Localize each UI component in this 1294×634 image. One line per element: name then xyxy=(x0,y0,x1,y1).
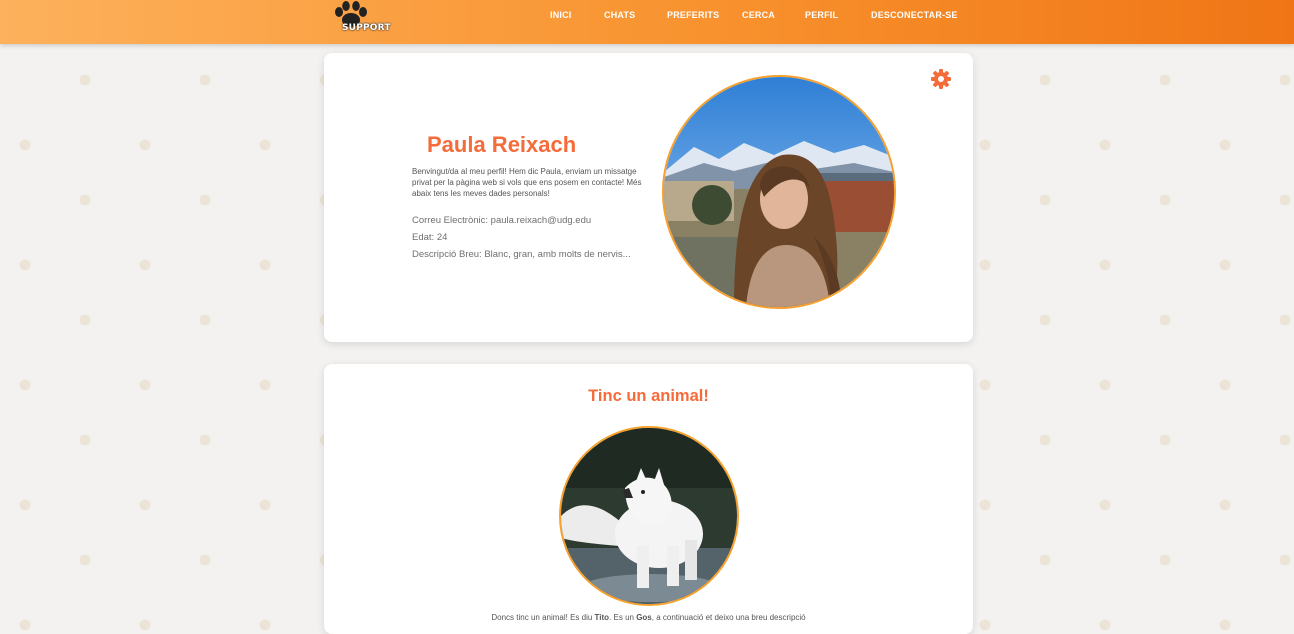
profile-name: Paula Reixach xyxy=(427,132,577,157)
welcome-text: Benvingut/da al meu perfil! Hem dic Paul… xyxy=(412,167,642,198)
nav-link-chats[interactable]: CHATS xyxy=(604,10,635,20)
settings-button[interactable] xyxy=(930,68,952,90)
profile-photo xyxy=(662,75,896,309)
nav-link-desconectar[interactable]: DESCONECTAR-SE xyxy=(871,10,958,20)
pet-photo xyxy=(559,426,739,606)
nav-link-cerca[interactable]: CERCA xyxy=(742,10,775,20)
navbar: SUPPORT INICI CHATS PREFERITS CERCA PERF… xyxy=(0,0,1294,44)
profile-photo-image xyxy=(664,77,894,307)
nav-link-inici[interactable]: INICI xyxy=(550,10,572,20)
email-info: Correu Electrònic: paula.reixach@udg.edu xyxy=(412,215,592,226)
animal-desc-suffix: , a continuació et deixo una breu descri… xyxy=(651,613,806,622)
pet-type: Gos xyxy=(636,613,652,622)
pet-name: Tito xyxy=(594,613,610,622)
profile-card: Paula Reixach Benvingut/da al meu perfil… xyxy=(324,53,973,342)
age-info: Edat: 24 xyxy=(412,232,448,243)
animal-desc-prefix: Doncs tinc un animal! Es diu xyxy=(491,613,595,622)
animal-desc-mid: . Es un xyxy=(609,613,637,622)
gear-icon xyxy=(931,69,951,89)
nav-link-preferits[interactable]: PREFERITS xyxy=(667,10,719,20)
nav-link-perfil[interactable]: PERFIL xyxy=(805,10,838,20)
description-info: Descripció Breu: Blanc, gran, amb molts … xyxy=(412,249,631,260)
animal-title: Tinc un animal! xyxy=(588,387,709,405)
animal-description: Doncs tinc un animal! Es diu Tito. Es un… xyxy=(324,613,973,622)
nav-links: INICI CHATS PREFERITS CERCA PERFIL DESCO… xyxy=(0,10,1294,24)
logo-text: SUPPORT xyxy=(342,23,391,33)
pet-photo-image xyxy=(561,428,737,604)
animal-card: Tinc un animal! Doncs tinc un animal! Es… xyxy=(324,364,973,634)
